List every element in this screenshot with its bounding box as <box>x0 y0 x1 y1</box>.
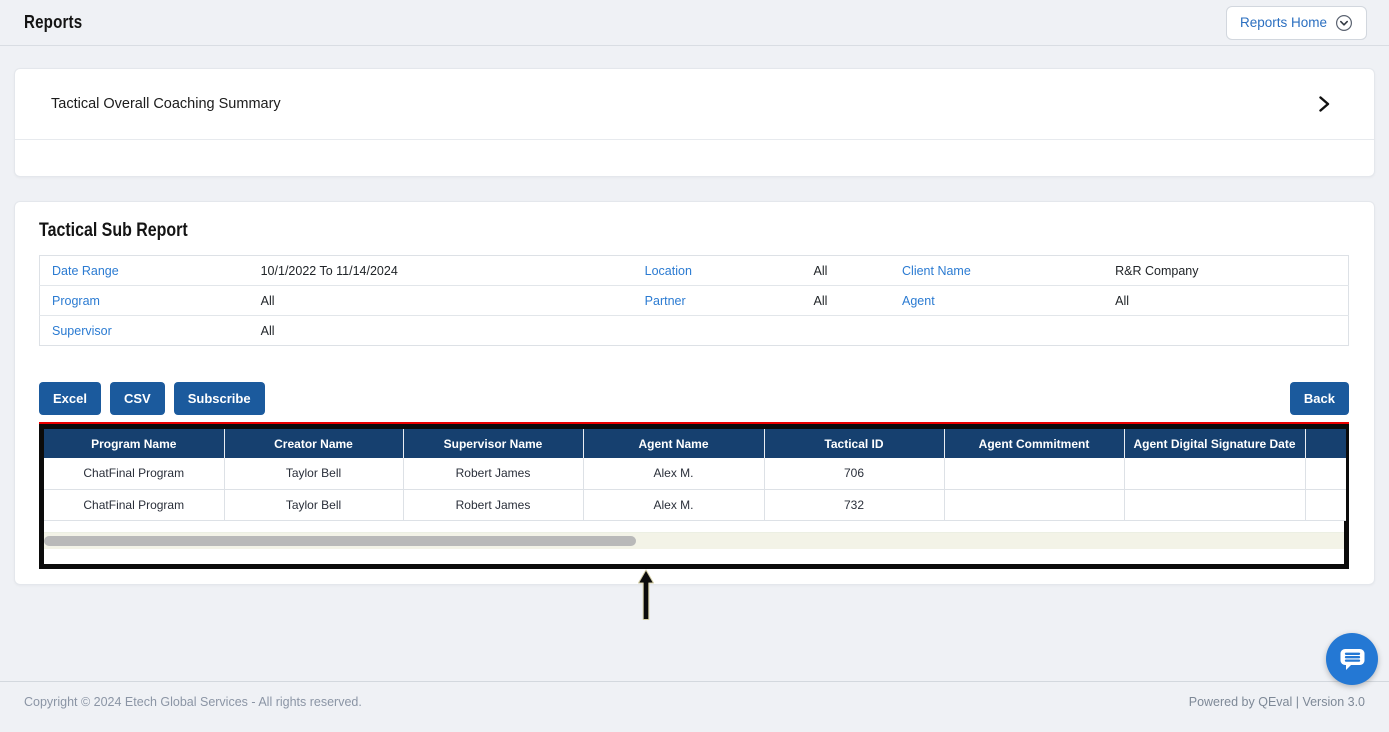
filter-value-agent: All <box>1103 286 1348 316</box>
filter-label-program[interactable]: Program <box>40 286 249 316</box>
summary-card-header[interactable]: Tactical Overall Coaching Summary <box>15 69 1374 139</box>
subscribe-button[interactable]: Subscribe <box>174 382 265 415</box>
top-bar: Reports Reports Home <box>0 0 1389 46</box>
reports-home-label: Reports Home <box>1240 15 1327 30</box>
col-header-agent-digital-signature-date: Agent Digital Signature Date <box>1124 429 1305 458</box>
cell-supervisor-name: Robert James <box>403 458 583 489</box>
results-header-row: Program Name Creator Name Supervisor Nam… <box>44 429 1346 458</box>
powered-by-text: Powered by QEval | Version 3.0 <box>1189 695 1365 732</box>
summary-card: Tactical Overall Coaching Summary <box>14 68 1375 177</box>
table-bottom-strip <box>44 549 1344 564</box>
page-title: Reports <box>24 12 82 33</box>
cell-agent-name: Alex M. <box>583 458 764 489</box>
filter-value-client-name: R&R Company <box>1103 256 1348 286</box>
empty-table-space <box>44 521 1344 533</box>
col-header-tactical-id: Tactical ID <box>764 429 944 458</box>
horizontal-scrollbar-thumb[interactable] <box>44 536 636 546</box>
reports-page: Reports Reports Home Tactical Overall Co… <box>0 0 1389 732</box>
chat-button[interactable] <box>1326 633 1378 685</box>
filter-label-agent[interactable]: Agent <box>890 286 1103 316</box>
cell-agent-digital-signature-date <box>1124 458 1305 489</box>
cell-supervisor-name: Robert James <box>403 489 583 520</box>
csv-button[interactable]: CSV <box>110 382 165 415</box>
cell-creator-name: Taylor Bell <box>224 458 403 489</box>
chat-bubble-icon <box>1339 647 1366 672</box>
cell-agent-name: Alex M. <box>583 489 764 520</box>
cell-program-name: ChatFinal Program <box>44 458 224 489</box>
col-header-creator-name: Creator Name <box>224 429 403 458</box>
cell-tactical-id: 732 <box>764 489 944 520</box>
filter-row: Program All Partner All Agent All <box>40 286 1349 316</box>
cell-agent-commitment <box>944 458 1124 489</box>
chevron-down-circle-icon <box>1335 14 1353 32</box>
filter-row: Supervisor All <box>40 316 1349 346</box>
filter-value-location: All <box>802 256 890 286</box>
arrow-up-icon <box>637 569 655 621</box>
col-header-agent-commitment: Agent Commitment <box>944 429 1124 458</box>
back-button[interactable]: Back <box>1290 382 1349 415</box>
excel-button[interactable]: Excel <box>39 382 101 415</box>
cell-agent-commitment <box>944 489 1124 520</box>
reports-home-button[interactable]: Reports Home <box>1226 6 1367 40</box>
filter-value-program: All <box>249 286 633 316</box>
sub-report-title: Tactical Sub Report <box>39 220 188 242</box>
filter-label-date-range[interactable]: Date Range <box>40 256 249 286</box>
filter-value-date-range: 10/1/2022 To 11/14/2024 <box>249 256 633 286</box>
filter-value-partner: All <box>802 286 890 316</box>
table-row: ChatFinal Program Taylor Bell Robert Jam… <box>44 489 1346 520</box>
cell-extra <box>1305 458 1346 489</box>
chevron-right-icon <box>1319 96 1330 112</box>
horizontal-scrollbar[interactable] <box>44 533 1344 549</box>
filter-summary-table: Date Range 10/1/2022 To 11/14/2024 Locat… <box>39 255 1349 346</box>
export-buttons: Excel CSV Subscribe <box>39 382 265 415</box>
filter-label-client-name[interactable]: Client Name <box>890 256 1103 286</box>
cell-tactical-id: 706 <box>764 458 944 489</box>
sub-report-card: Tactical Sub Report Date Range 10/1/2022… <box>14 201 1375 585</box>
copyright-text: Copyright © 2024 Etech Global Services -… <box>24 695 362 732</box>
filter-value-supervisor: All <box>249 316 633 346</box>
col-header-supervisor-name: Supervisor Name <box>403 429 583 458</box>
filter-label-location[interactable]: Location <box>633 256 802 286</box>
col-header-extra <box>1305 429 1346 458</box>
cell-program-name: ChatFinal Program <box>44 489 224 520</box>
results-table: Program Name Creator Name Supervisor Nam… <box>44 429 1346 521</box>
cell-extra <box>1305 489 1346 520</box>
results-table-region: Program Name Creator Name Supervisor Nam… <box>39 424 1349 569</box>
footer: Copyright © 2024 Etech Global Services -… <box>0 681 1389 732</box>
filter-row: Date Range 10/1/2022 To 11/14/2024 Locat… <box>40 256 1349 286</box>
cell-agent-digital-signature-date <box>1124 489 1305 520</box>
actions-row: Excel CSV Subscribe Back <box>39 382 1349 415</box>
col-header-program-name: Program Name <box>44 429 224 458</box>
summary-card-title: Tactical Overall Coaching Summary <box>51 96 281 112</box>
table-row: ChatFinal Program Taylor Bell Robert Jam… <box>44 458 1346 489</box>
highlight-annotation-box: Program Name Creator Name Supervisor Nam… <box>39 424 1349 569</box>
summary-card-body <box>15 140 1374 176</box>
col-header-agent-name: Agent Name <box>583 429 764 458</box>
filter-label-partner[interactable]: Partner <box>633 286 802 316</box>
cell-creator-name: Taylor Bell <box>224 489 403 520</box>
filter-label-supervisor[interactable]: Supervisor <box>40 316 249 346</box>
